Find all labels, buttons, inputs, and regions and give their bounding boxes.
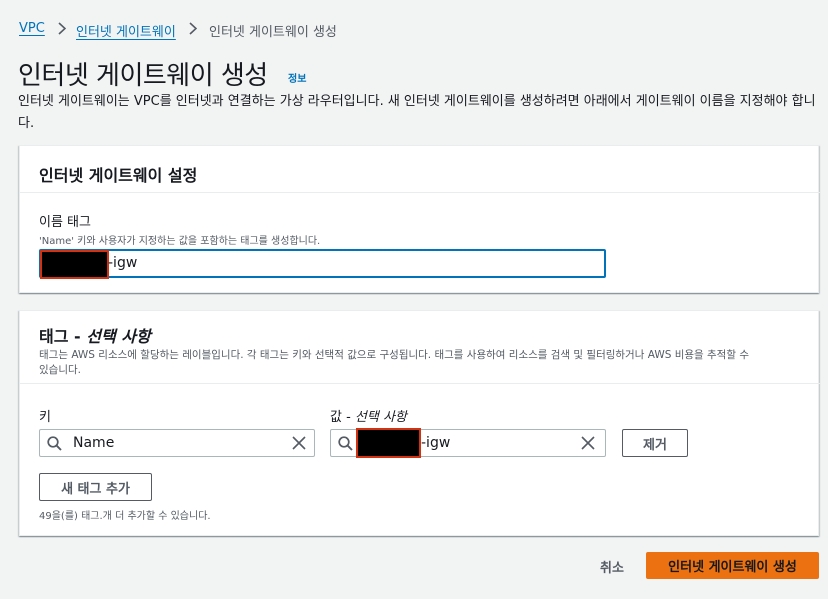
close-icon[interactable] [292,436,306,450]
info-link[interactable]: 정보 [288,70,306,85]
tags-description-line1: 태그는 AWS 리소스에 할당하는 레이블입니다. 각 태그는 키와 선택적 값… [39,349,749,361]
name-tag-label: 이름 태그 [39,215,91,230]
tags-panel: 태그 - 선택 사항 태그는 AWS 리소스에 할당하는 레이블입니다. 각 태… [19,310,820,536]
tag-value-value: -igw [421,435,451,451]
create-internet-gateway-button[interactable]: 인터넷 게이트웨이 생성 [646,552,819,579]
tags-title-optional: 선택 사항 [86,327,151,346]
add-new-tag-button[interactable]: 새 태그 추가 [39,473,152,501]
tag-value-label-prefix: 값 - [330,410,355,425]
cancel-button[interactable]: 취소 [600,557,624,576]
internet-gateway-settings-panel: 인터넷 게이트웨이 설정 이름 태그 'Name' 키와 사용자가 지정하는 값… [19,145,820,293]
panel-divider [20,192,820,193]
page-title: 인터넷 게이트웨이 생성 [18,61,268,91]
tags-description: 태그는 AWS 리소스에 할당하는 레이블입니다. 각 태그는 키와 선택적 값… [39,348,799,378]
redacted-value [356,428,421,458]
panel-divider [20,383,820,384]
name-tag-input-value: -igw [108,255,138,271]
page-description-cont: 다. [18,116,35,131]
breadcrumb-link-internet-gateways[interactable]: 인터넷 게이트웨이 [76,21,176,40]
settings-panel-title: 인터넷 게이트웨이 설정 [39,166,198,185]
tag-key-input[interactable]: Name [39,429,315,457]
search-icon [338,436,353,451]
chevron-right-icon [189,22,197,35]
tag-value-label-optional: 선택 사항 [354,410,407,425]
name-tag-hint: 'Name' 키와 사용자가 지정하는 값을 포함하는 태그를 생성합니다. [39,236,321,247]
breadcrumb-current: 인터넷 게이트웨이 생성 [209,25,337,40]
tag-value-input[interactable]: -igw [330,428,606,458]
tags-title-prefix: 태그 - [39,327,87,346]
chevron-right-icon [58,22,66,35]
tag-key-value: Name [73,435,115,451]
redacted-value [40,250,109,279]
tag-key-label: 키 [39,410,51,425]
tags-panel-title: 태그 - 선택 사항 [39,323,151,347]
close-icon[interactable] [581,436,595,450]
remove-tag-button[interactable]: 제거 [622,429,688,457]
tags-description-line2: 있습니다. [39,364,81,376]
search-icon [47,436,62,451]
breadcrumb-link-vpc[interactable]: VPC [19,21,45,36]
page-description: 인터넷 게이트웨이는 VPC를 인터넷과 연결하는 가상 라우터입니다. 새 인… [18,94,816,109]
tag-value-label: 값 - 선택 사항 [330,406,407,425]
tags-remaining-text: 49을(를) 태그.개 더 추가할 수 있습니다. [39,511,211,522]
name-tag-input[interactable]: -igw [39,249,606,279]
